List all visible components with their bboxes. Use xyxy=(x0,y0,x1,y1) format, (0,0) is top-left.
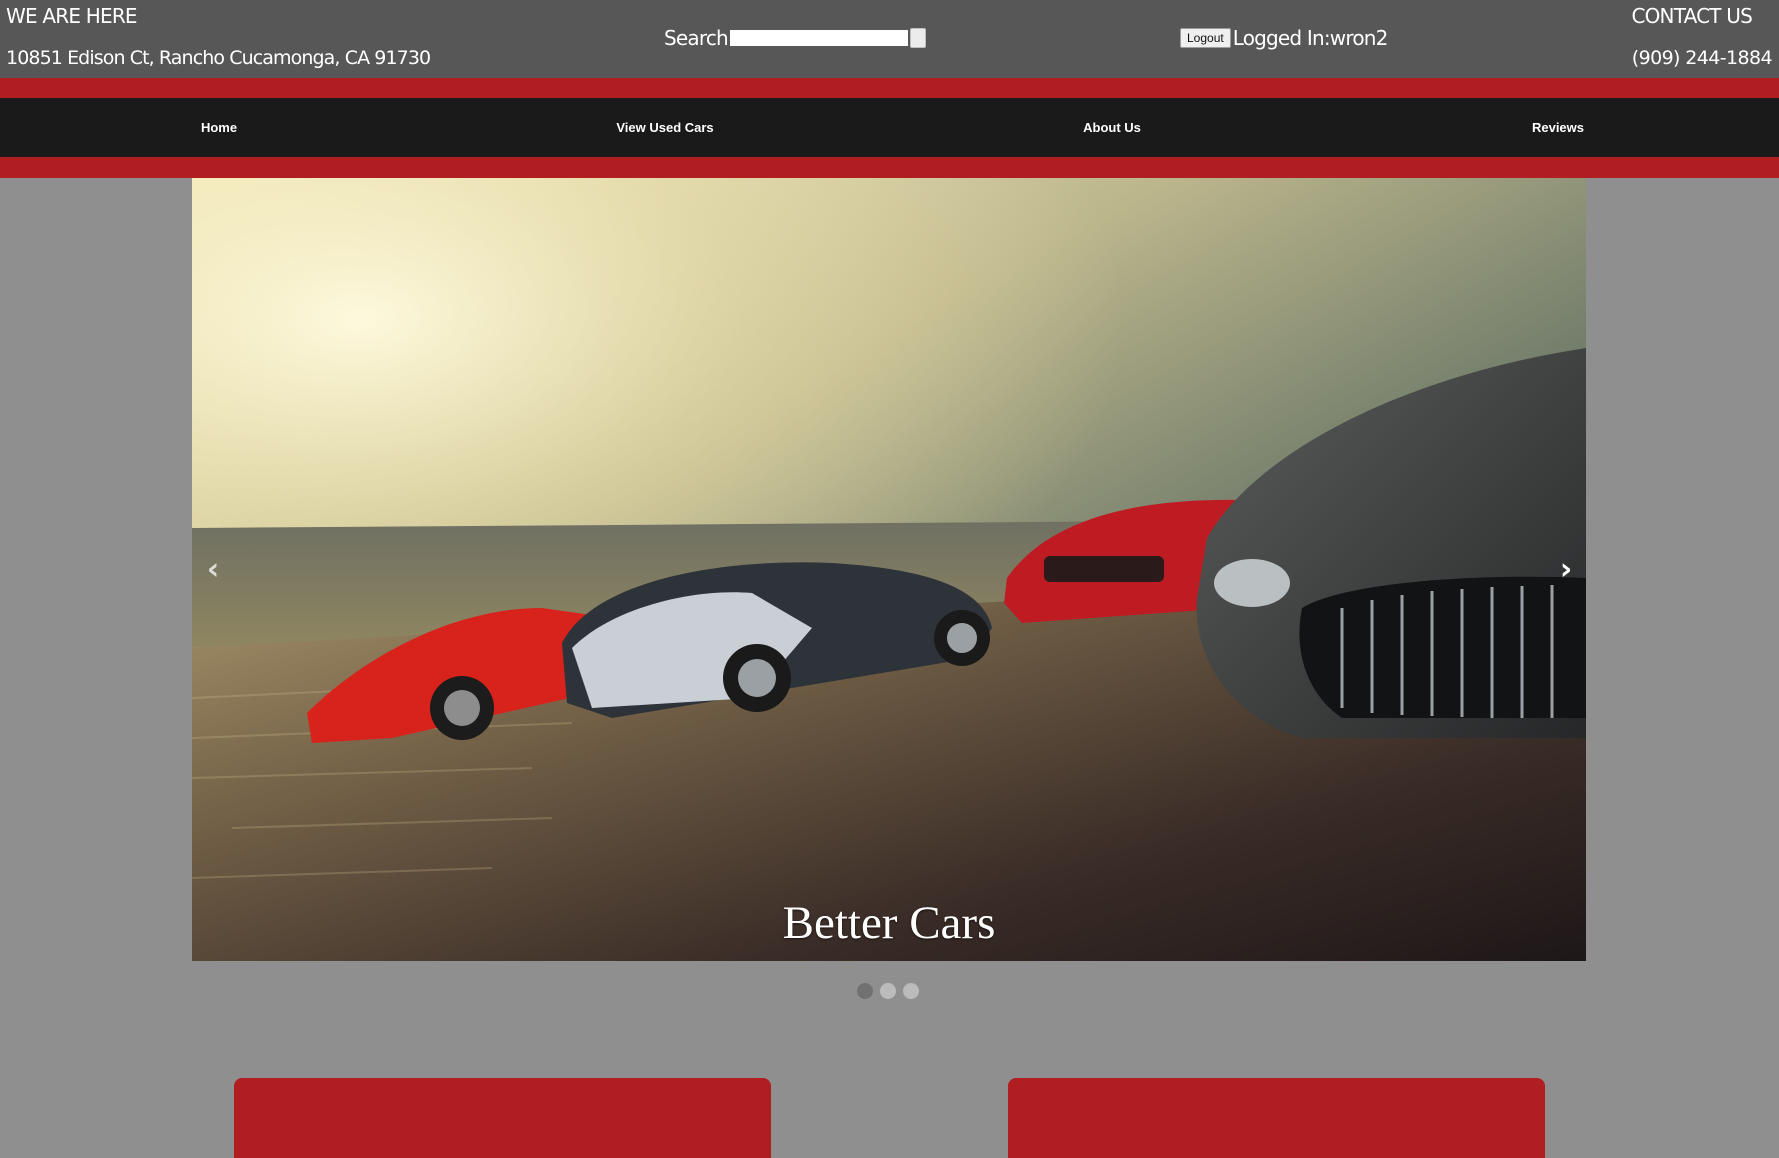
search-label: Search xyxy=(664,26,729,50)
search-form: Search xyxy=(664,26,926,50)
search-submit-button[interactable] xyxy=(909,28,926,48)
hero-carousel: Better Cars ‹ › xyxy=(192,178,1586,961)
carousel-dots xyxy=(857,983,919,999)
location-heading: WE ARE HERE xyxy=(6,4,138,28)
login-area: Logout Logged In:wron2 xyxy=(1180,26,1388,50)
feature-card-left xyxy=(234,1078,771,1158)
carousel-dot-1[interactable] xyxy=(857,983,873,999)
nav-item-reviews[interactable]: Reviews xyxy=(1458,98,1658,157)
search-input[interactable] xyxy=(729,30,908,46)
nav-item-about-us[interactable]: About Us xyxy=(1012,98,1212,157)
dealer-address: 10851 Edison Ct, Rancho Cucamonga, CA 91… xyxy=(6,47,431,69)
nav-item-view-used-cars[interactable]: View Used Cars xyxy=(565,98,765,157)
carousel-dot-3[interactable] xyxy=(903,983,919,999)
contact-heading: CONTACT US xyxy=(1631,4,1752,28)
contact-phone: (909) 244-1884 xyxy=(1631,47,1773,69)
feature-card-right xyxy=(1008,1078,1545,1158)
red-divider-bottom xyxy=(0,157,1779,178)
logout-button[interactable]: Logout xyxy=(1180,28,1231,48)
carousel-next-arrow-icon[interactable]: › xyxy=(1551,551,1581,587)
carousel-prev-arrow-icon[interactable]: ‹ xyxy=(198,551,228,587)
nav-item-home[interactable]: Home xyxy=(119,98,319,157)
top-header: WE ARE HERE 10851 Edison Ct, Rancho Cuca… xyxy=(0,0,1779,78)
main-nav: Home View Used Cars About Us Reviews xyxy=(0,98,1779,157)
slide-caption: Better Cars xyxy=(782,897,996,949)
login-status: Logged In:wron2 xyxy=(1232,26,1389,50)
red-divider-top xyxy=(0,78,1779,98)
hero-slide-image xyxy=(192,178,1586,961)
carousel-dot-2[interactable] xyxy=(880,983,896,999)
